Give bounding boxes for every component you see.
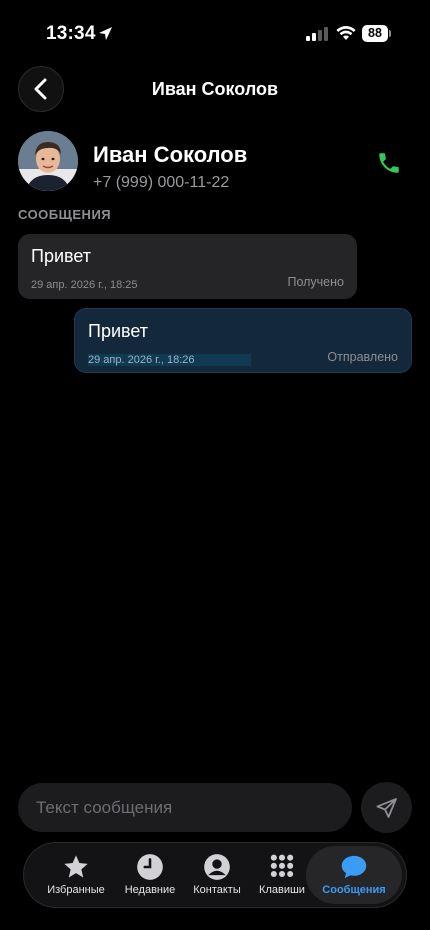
message-status: Получено xyxy=(287,275,344,289)
call-button[interactable] xyxy=(376,150,402,176)
message-bubble-icon xyxy=(341,855,367,879)
tab-contacts[interactable]: Контакты xyxy=(186,843,248,907)
page-title: Иван Соколов xyxy=(151,79,279,99)
message-input[interactable] xyxy=(18,783,352,832)
battery-icon: 88 xyxy=(362,25,391,42)
message-date: 29 апр. 2026 г., 18:26 xyxy=(88,354,251,366)
message-text: Привет xyxy=(31,246,92,266)
keypad-icon xyxy=(270,854,294,878)
wifi-icon xyxy=(336,26,356,40)
tab-bar: Избранные Недавние Контакты Клавиши Сооб… xyxy=(23,842,407,908)
contact-name: Иван Соколов xyxy=(93,142,248,167)
message-date: 29 апр. 2026 г., 18:25 xyxy=(31,279,138,291)
tab-favorites[interactable]: Избранные xyxy=(38,843,114,907)
status-bar: 13:34 88 xyxy=(0,0,430,60)
messages-section-label: СООБЩЕНИЯ xyxy=(18,207,112,222)
tab-label: Клавиши xyxy=(259,884,305,896)
message-status: Отправлено xyxy=(327,350,398,364)
location-arrow-icon xyxy=(98,26,113,41)
message-bubble-incoming[interactable]: Привет 29 апр. 2026 г., 18:25 Получено xyxy=(18,234,357,299)
tab-keypad[interactable]: Клавиши xyxy=(252,843,312,907)
avatar xyxy=(18,131,78,191)
tab-label: Недавние xyxy=(124,884,176,896)
clock-icon xyxy=(137,854,163,880)
paper-plane-icon xyxy=(376,797,397,818)
contact-phone: +7 (999) 000-11-22 xyxy=(93,174,230,191)
phone-icon xyxy=(379,153,399,173)
cellular-signal-icon xyxy=(306,27,328,41)
tab-label: Сообщения xyxy=(322,884,386,896)
message-bubble-outgoing[interactable]: Привет 29 апр. 2026 г., 18:26 Отправлено xyxy=(74,308,412,373)
person-circle-icon xyxy=(204,854,230,880)
tab-label: Контакты xyxy=(193,884,241,896)
message-text: Привет xyxy=(88,321,149,341)
send-button[interactable] xyxy=(361,782,412,833)
star-icon xyxy=(64,855,88,878)
tab-recents[interactable]: Недавние xyxy=(114,843,186,907)
status-time: 13:34 xyxy=(46,23,96,44)
tab-messages[interactable]: Сообщения xyxy=(306,846,402,904)
tab-label: Избранные xyxy=(47,884,105,896)
battery-level: 88 xyxy=(362,25,388,42)
